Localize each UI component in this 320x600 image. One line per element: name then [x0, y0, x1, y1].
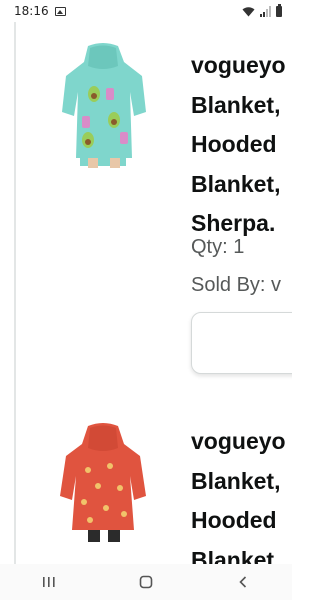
system-nav-bar [0, 564, 292, 600]
title-line: Blanket, [191, 170, 281, 197]
recent-apps-button[interactable] [29, 567, 69, 597]
title-line: Blanket [191, 546, 275, 565]
title-line: Blanket, [191, 467, 281, 494]
title-line: Hooded [191, 131, 277, 157]
status-bar: 18:16 [0, 0, 292, 22]
title-line: Sherpa. [191, 210, 276, 236]
status-left: 18:16 [14, 4, 66, 18]
battery-icon [276, 3, 282, 17]
wifi-icon [242, 6, 255, 16]
product-image[interactable] [58, 422, 148, 552]
title-line: Hooded [191, 507, 277, 533]
status-time: 18:16 [14, 4, 49, 18]
home-icon [139, 575, 153, 589]
back-button[interactable] [223, 567, 263, 597]
left-divider [14, 22, 16, 564]
home-button[interactable] [126, 567, 166, 597]
title-line: vogueyo [191, 428, 286, 454]
title-line: Blanket, [191, 91, 281, 118]
image-notification-icon [54, 6, 66, 16]
quantity-label: Qty: 1 [191, 236, 245, 258]
product-title[interactable]: vogueyo Blanket, Hooded Blanket [191, 422, 286, 564]
product-title[interactable]: vogueyo Blanket, Hooded Blanket, Sherpa. [191, 46, 286, 244]
order-list: vogueyo Blanket, Hooded Blanket, Sherpa.… [0, 22, 292, 564]
status-right [242, 3, 282, 17]
cell-signal-icon [260, 5, 271, 17]
recent-apps-icon [42, 577, 55, 587]
product-image[interactable] [58, 40, 148, 170]
title-line: vogueyo [191, 52, 286, 78]
back-icon [239, 576, 247, 588]
item-action-button[interactable] [191, 312, 292, 374]
sold-by-label: Sold By: v [191, 274, 282, 296]
